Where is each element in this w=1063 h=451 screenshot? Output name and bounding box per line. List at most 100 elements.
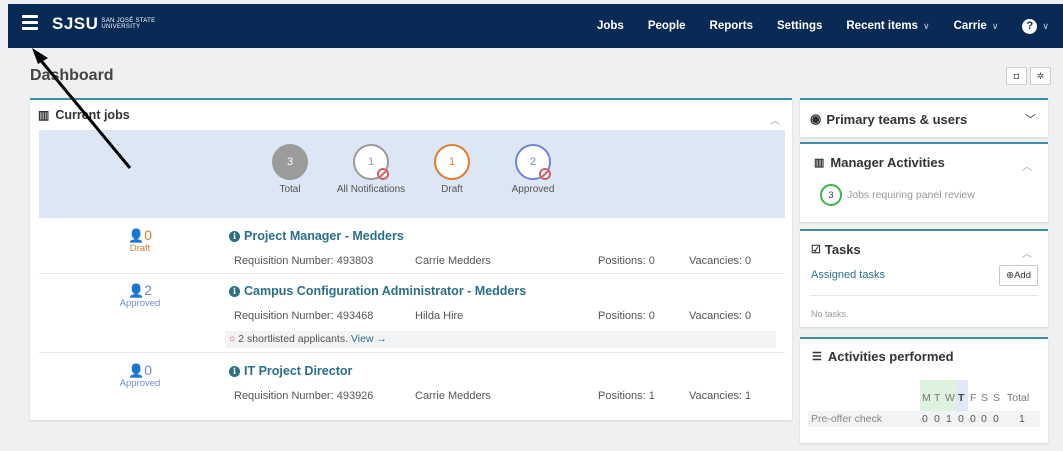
- checkbox-edit-icon: ☑: [811, 244, 821, 256]
- applicant-count: 2: [144, 282, 152, 298]
- activity-value: 1: [946, 413, 952, 425]
- bar-chart-icon: ▥: [814, 157, 825, 169]
- job-status: Approved: [119, 298, 161, 309]
- day-w: W: [945, 392, 955, 404]
- requisition-number: Requisition Number: 493803: [234, 255, 374, 267]
- job-row: 👤0 Draft i Project Manager - Medders Requ…: [39, 223, 785, 273]
- chevron-down-icon: ∨: [922, 21, 930, 31]
- job-title-link[interactable]: i IT Project Director: [229, 364, 352, 378]
- job-positions: Positions: 0: [598, 310, 655, 322]
- job-positions: Positions: 1: [598, 390, 655, 402]
- empty-tasks-message: No tasks.: [811, 309, 849, 319]
- divider: [810, 295, 1038, 296]
- activity-value: 0: [993, 413, 999, 425]
- activity-value: 0: [922, 413, 928, 425]
- tasks-title: Tasks: [824, 242, 861, 257]
- activity-value: 0: [958, 413, 964, 425]
- day-s: S: [981, 392, 989, 404]
- job-title: IT Project Director: [244, 364, 353, 378]
- activity-value: 0: [981, 413, 987, 425]
- add-task-button[interactable]: ⊕Add: [999, 265, 1038, 286]
- job-applicant-count: 👤2 Approved: [105, 282, 175, 309]
- job-vacancies: Vacancies: 0: [689, 255, 752, 267]
- tasks-header: ☑ Tasks: [811, 242, 861, 257]
- chevron-up-icon[interactable]: ︿: [770, 112, 780, 127]
- gear-icon[interactable]: ✲: [1030, 67, 1051, 85]
- stat-total[interactable]: 3 Total: [245, 144, 335, 195]
- help-menu[interactable]: ? ∨: [1022, 18, 1049, 34]
- day-t: T: [958, 392, 965, 404]
- manager-activities-title: Manager Activities: [830, 155, 945, 170]
- chevron-up-icon[interactable]: ︿: [1022, 245, 1032, 260]
- plus-icon: ⊕: [1006, 270, 1015, 281]
- stat-approved-label: Approved: [511, 184, 555, 195]
- logo-text: SJSU: [52, 14, 99, 33]
- stat-notifications-count: 1: [367, 156, 375, 168]
- applicant-count: 0: [144, 362, 152, 378]
- stat-notifications-label: All Notifications: [336, 184, 406, 195]
- divider: [39, 273, 785, 274]
- primary-teams-panel[interactable]: ◉ Primary teams & users ﹀: [800, 98, 1048, 137]
- job-vacancies: Vacancies: 1: [689, 390, 752, 402]
- nav-user-menu[interactable]: Carrie ∨: [954, 20, 999, 32]
- help-icon: ?: [1022, 18, 1038, 34]
- nav-reports[interactable]: Reports: [710, 20, 753, 32]
- nav-people[interactable]: People: [648, 20, 686, 32]
- divider: [39, 352, 785, 353]
- stat-approved-count: 2: [529, 156, 537, 168]
- day-f: F: [970, 392, 977, 404]
- primary-teams-title: Primary teams & users: [826, 111, 968, 127]
- logo-subtitle-line2: University: [101, 24, 141, 30]
- person-icon: 👤: [128, 228, 145, 243]
- list-icon: ☰: [812, 351, 822, 363]
- stat-all-notifications[interactable]: 1 All Notifications: [326, 144, 416, 195]
- applicant-count: 0: [144, 227, 152, 243]
- primary-teams-header: ◉ Primary teams & users: [810, 111, 967, 127]
- nav-recent-items[interactable]: Recent items ∨: [846, 20, 929, 32]
- ban-icon: [377, 168, 389, 180]
- save-layout-button[interactable]: ◘: [1006, 67, 1027, 85]
- jobs-summary: 3 Total 1 All Notifications 1 Draft 2 Ap…: [39, 130, 785, 218]
- chevron-up-icon[interactable]: ︿: [1022, 158, 1032, 173]
- job-owner: Carrie Medders: [415, 255, 491, 267]
- stat-draft-count: 1: [434, 144, 470, 180]
- job-applicant-count: 👤0 Draft: [105, 227, 175, 254]
- circle-icon: ○: [229, 333, 236, 345]
- top-navbar: SJSU San José State University Jobs Peop…: [8, 4, 1063, 48]
- day-s: S: [993, 392, 1001, 404]
- stat-draft-label: Draft: [441, 184, 463, 195]
- panel-review-item[interactable]: 3 Jobs requiring panel review: [820, 184, 975, 206]
- activity-row: Pre-offer check 0 0 1 0 0 0 0 1: [808, 411, 1040, 427]
- current-jobs-header: ▥ Current jobs: [38, 108, 130, 122]
- activity-value: 0: [970, 413, 976, 425]
- shortlist-text: 2 shortlisted applicants.: [238, 333, 348, 345]
- stat-draft[interactable]: 1 Draft: [407, 144, 497, 195]
- chevron-down-icon[interactable]: ﹀: [1025, 111, 1036, 127]
- hamburger-menu-icon[interactable]: [22, 15, 38, 31]
- activities-title: Activities performed: [827, 349, 954, 364]
- activity-name: Pre-offer check: [811, 413, 883, 425]
- stat-total-label: Total: [279, 184, 301, 195]
- view-shortlist-link[interactable]: View →: [351, 333, 387, 345]
- dashboard-toolbar: ◘ ✲: [1003, 67, 1051, 85]
- job-applicant-count: 👤0 Approved: [105, 362, 175, 389]
- assigned-tasks-tab[interactable]: Assigned tasks: [811, 269, 885, 281]
- manager-activities-panel: ▥ Manager Activities ︿ 3 Jobs requiring …: [800, 142, 1048, 222]
- requisition-number: Requisition Number: 493468: [234, 310, 374, 322]
- job-row: 👤2 Approved i Campus Configuration Admini…: [39, 278, 785, 350]
- logo-subtitle: San José State University: [101, 18, 155, 30]
- stat-notifications-circle: 1: [353, 144, 389, 180]
- activities-content: ☰ Activities performed M T W T F S S Tot…: [800, 337, 1048, 441]
- info-icon: i: [229, 286, 240, 297]
- stat-approved[interactable]: 2 Approved: [488, 144, 578, 195]
- job-status: Approved: [119, 378, 161, 389]
- nav-settings[interactable]: Settings: [777, 20, 822, 32]
- job-title-link[interactable]: i Campus Configuration Administrator - Me…: [229, 284, 526, 298]
- current-jobs-panel: ▥ Current jobs ︿ 3 Total 1 All Notificat…: [30, 98, 792, 420]
- sjsu-logo[interactable]: SJSU San José State University: [52, 15, 155, 33]
- stat-approved-circle: 2: [515, 144, 551, 180]
- nav-jobs[interactable]: Jobs: [597, 20, 624, 32]
- job-title-link[interactable]: i Project Manager - Medders: [229, 229, 404, 243]
- job-row: 👤0 Approved i IT Project Director Requisi…: [39, 358, 785, 408]
- shortlist-note: ○ 2 shortlisted applicants. View →: [225, 331, 776, 348]
